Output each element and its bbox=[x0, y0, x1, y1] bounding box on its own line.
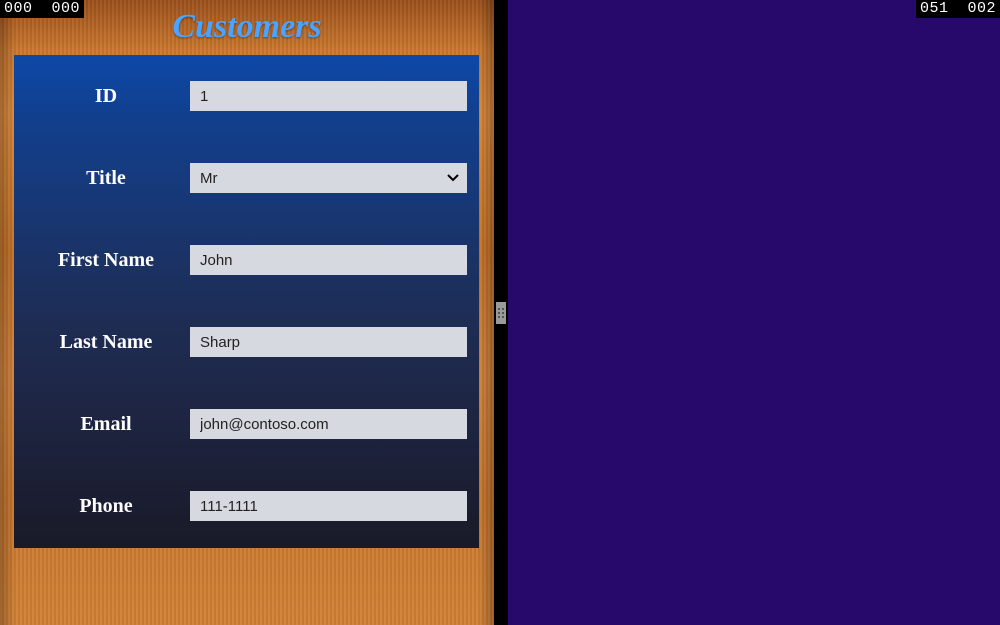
secondary-pane bbox=[508, 0, 1000, 625]
input-phone[interactable] bbox=[190, 491, 467, 521]
customers-pane: Customers ID Title Mr First Name Last Na… bbox=[0, 0, 494, 625]
row-first-name: First Name bbox=[14, 219, 479, 301]
fps-counter-right: 051 002 bbox=[916, 0, 1000, 18]
input-id[interactable] bbox=[190, 81, 467, 111]
select-title[interactable]: Mr bbox=[190, 163, 467, 193]
row-title: Title Mr bbox=[14, 137, 479, 219]
input-email[interactable] bbox=[190, 409, 467, 439]
pane-splitter[interactable] bbox=[494, 0, 508, 625]
input-first-name[interactable] bbox=[190, 245, 467, 275]
label-last-name: Last Name bbox=[22, 331, 190, 354]
row-last-name: Last Name bbox=[14, 301, 479, 383]
row-email: Email bbox=[14, 383, 479, 465]
label-first-name: First Name bbox=[22, 249, 190, 272]
label-phone: Phone bbox=[22, 495, 190, 518]
splitter-grip-icon bbox=[496, 302, 506, 324]
fps-counter-left: 000 000 bbox=[0, 0, 84, 18]
label-title: Title bbox=[22, 167, 190, 190]
split-root: Customers ID Title Mr First Name Last Na… bbox=[0, 0, 1000, 625]
customer-form: ID Title Mr First Name Last Name Email bbox=[14, 55, 479, 548]
label-email: Email bbox=[22, 413, 190, 436]
label-id: ID bbox=[22, 85, 190, 108]
row-id: ID bbox=[14, 55, 479, 137]
row-phone: Phone bbox=[14, 465, 479, 547]
input-last-name[interactable] bbox=[190, 327, 467, 357]
